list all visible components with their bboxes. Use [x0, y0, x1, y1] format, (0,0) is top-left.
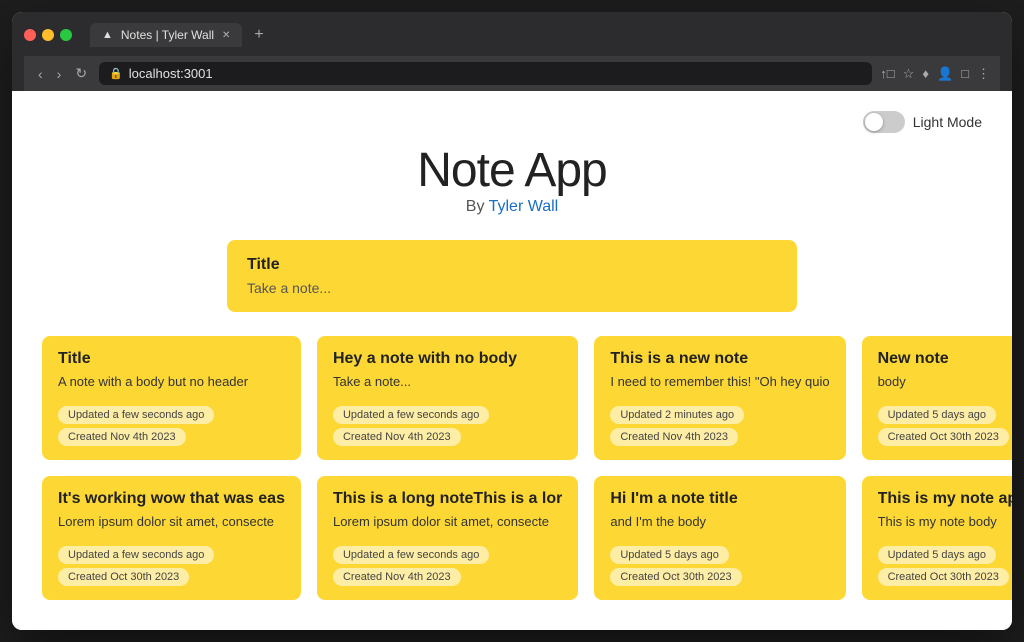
browser-window: ▲ Notes | Tyler Wall ✕ + ‹ › ↻ 🔒 localho… [12, 12, 1012, 630]
browser-chrome: ▲ Notes | Tyler Wall ✕ + ‹ › ↻ 🔒 localho… [12, 12, 1012, 91]
browser-titlebar: ▲ Notes | Tyler Wall ✕ + [24, 22, 1000, 56]
note-created-badge: Created Oct 30th 2023 [878, 568, 1009, 586]
nav-buttons: ‹ › ↻ [34, 63, 91, 84]
note-card-body: Lorem ipsum dolor sit amet, consecte [58, 514, 285, 532]
bookmark-button[interactable]: ☆ [903, 66, 915, 82]
note-input-title: Title [247, 256, 777, 274]
page-content: Light Mode Note App By Tyler Wall Title … [12, 91, 1012, 630]
note-created-badge: Created Nov 4th 2023 [58, 428, 186, 446]
address-bar[interactable]: 🔒 localhost:3001 [99, 62, 872, 85]
share-button[interactable]: ↑□ [880, 66, 894, 81]
tab-title: Notes | Tyler Wall [121, 28, 214, 42]
author-link[interactable]: Tyler Wall [489, 198, 559, 215]
menu-button[interactable]: ⋮ [977, 66, 990, 82]
note-card-body: body [878, 374, 1012, 392]
reload-button[interactable]: ↻ [71, 63, 91, 84]
note-updated-badge: Updated a few seconds ago [333, 546, 489, 564]
note-card-meta: Updated a few seconds ago Created Nov 4t… [333, 546, 562, 586]
light-mode-toggle[interactable] [863, 111, 905, 133]
subtitle-prefix: By [466, 198, 489, 215]
note-card-title: It's working wow that was eas [58, 490, 285, 508]
window-button[interactable]: □ [961, 66, 969, 81]
app-title: Note App [42, 143, 982, 198]
note-input-area[interactable]: Title Take a note... [227, 240, 797, 312]
note-card-meta: Updated 5 days ago Created Oct 30th 2023 [610, 546, 829, 586]
traffic-light-yellow[interactable] [42, 29, 54, 41]
profile-button[interactable]: 👤 [937, 66, 953, 82]
traffic-lights [24, 29, 72, 41]
note-card-body: A note with a body but no header [58, 374, 285, 392]
note-card[interactable]: Hi I'm a note title and I'm the body Upd… [594, 476, 845, 600]
light-mode-label: Light Mode [913, 114, 982, 130]
toggle-knob [865, 113, 883, 131]
note-card[interactable]: This is my note app hello This is my not… [862, 476, 1012, 600]
note-created-badge: Created Nov 4th 2023 [610, 428, 738, 446]
note-created-badge: Created Oct 30th 2023 [610, 568, 741, 586]
note-card-meta: Updated 5 days ago Created Oct 30th 2023 [878, 406, 1012, 446]
note-updated-badge: Updated 5 days ago [610, 546, 728, 564]
note-card-body: This is my note body [878, 514, 1012, 532]
extension-button[interactable]: ♦ [922, 66, 929, 81]
note-card-body: and I'm the body [610, 514, 829, 532]
note-card[interactable]: It's working wow that was eas Lorem ipsu… [42, 476, 301, 600]
note-card[interactable]: Hey a note with no body Take a note... U… [317, 336, 578, 460]
note-card[interactable]: This is a new note I need to remember th… [594, 336, 845, 460]
note-updated-badge: Updated 5 days ago [878, 406, 996, 424]
note-input-placeholder: Take a note... [247, 280, 777, 296]
note-card-meta: Updated a few seconds ago Created Nov 4t… [58, 406, 285, 446]
note-card-meta: Updated a few seconds ago Created Nov 4t… [333, 406, 562, 446]
notes-grid: Title A note with a body but no header U… [42, 336, 982, 600]
note-card-meta: Updated 5 days ago Created Oct 30th 2023 [878, 546, 1012, 586]
note-updated-badge: Updated a few seconds ago [58, 546, 214, 564]
note-created-badge: Created Oct 30th 2023 [58, 568, 189, 586]
note-card-title: This is my note app hello [878, 490, 1012, 508]
note-card-body: I need to remember this! "Oh hey quio [610, 374, 829, 392]
note-updated-badge: Updated 5 days ago [878, 546, 996, 564]
tab-close-button[interactable]: ✕ [222, 30, 230, 41]
note-created-badge: Created Oct 30th 2023 [878, 428, 1009, 446]
note-card-meta: Updated a few seconds ago Created Oct 30… [58, 546, 285, 586]
note-updated-badge: Updated a few seconds ago [333, 406, 489, 424]
toolbar-actions: ↑□ ☆ ♦ 👤 □ ⋮ [880, 66, 990, 82]
note-created-badge: Created Nov 4th 2023 [333, 568, 461, 586]
address-text: localhost:3001 [129, 66, 213, 81]
note-card[interactable]: Title A note with a body but no header U… [42, 336, 301, 460]
traffic-light-red[interactable] [24, 29, 36, 41]
note-card-title: New note [878, 350, 1012, 368]
tab-bar: ▲ Notes | Tyler Wall ✕ + [90, 22, 272, 48]
note-created-badge: Created Nov 4th 2023 [333, 428, 461, 446]
note-card[interactable]: This is a long noteThis is a lor Lorem i… [317, 476, 578, 600]
note-card-title: This is a new note [610, 350, 829, 368]
top-bar: Light Mode [42, 111, 982, 133]
note-card-title: Hi I'm a note title [610, 490, 829, 508]
app-subtitle: By Tyler Wall [42, 198, 982, 216]
note-card-title: This is a long noteThis is a lor [333, 490, 562, 508]
note-card-body: Take a note... [333, 374, 562, 392]
note-card-meta: Updated 2 minutes ago Created Nov 4th 20… [610, 406, 829, 446]
note-card[interactable]: New note body Updated 5 days ago Created… [862, 336, 1012, 460]
note-card-title: Hey a note with no body [333, 350, 562, 368]
traffic-light-green[interactable] [60, 29, 72, 41]
new-tab-button[interactable]: + [246, 22, 271, 48]
note-updated-badge: Updated 2 minutes ago [610, 406, 744, 424]
back-button[interactable]: ‹ [34, 63, 47, 84]
lock-icon: 🔒 [109, 67, 123, 80]
app-header: Note App By Tyler Wall [42, 143, 982, 216]
tab-favicon: ▲ [102, 29, 113, 41]
note-card-title: Title [58, 350, 285, 368]
browser-tab[interactable]: ▲ Notes | Tyler Wall ✕ [90, 23, 242, 47]
note-updated-badge: Updated a few seconds ago [58, 406, 214, 424]
browser-toolbar: ‹ › ↻ 🔒 localhost:3001 ↑□ ☆ ♦ 👤 □ ⋮ [24, 56, 1000, 91]
note-card-body: Lorem ipsum dolor sit amet, consecte [333, 514, 562, 532]
forward-button[interactable]: › [53, 63, 66, 84]
